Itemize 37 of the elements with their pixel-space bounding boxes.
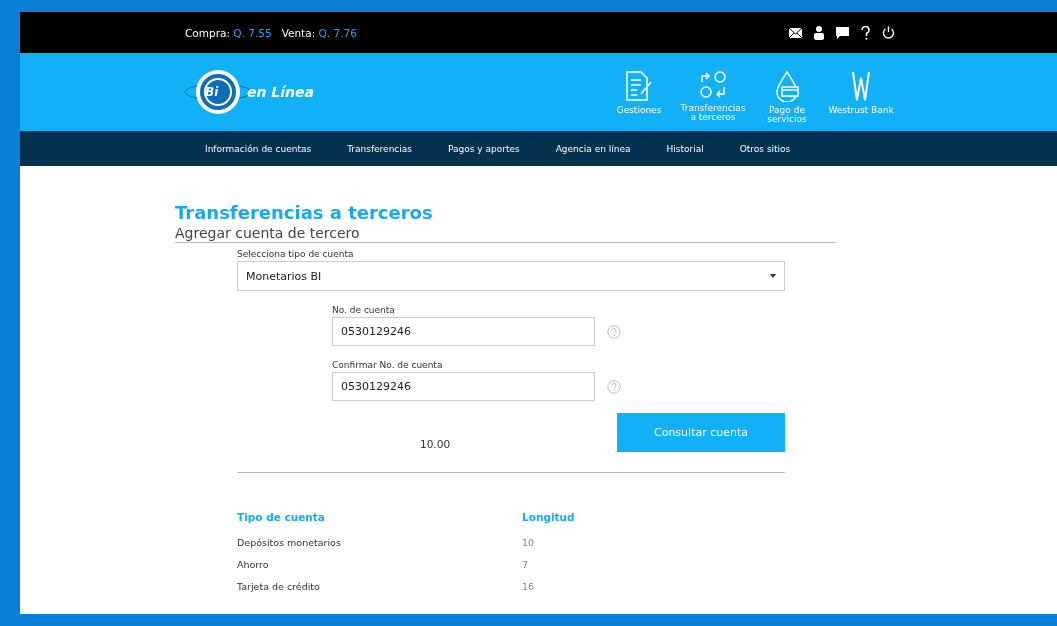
amount-text: 10.00 xyxy=(420,438,451,452)
caret-icon xyxy=(770,274,776,278)
table-cell-text: Tarjeta de crédito xyxy=(237,581,321,592)
nav-item[interactable]: Historial xyxy=(666,143,704,154)
exchange-rate: Venta: Q. 7.76 xyxy=(281,26,357,39)
transfer-icon xyxy=(698,69,728,100)
nav-item[interactable]: Otros sitios xyxy=(739,143,791,154)
column-header: Longitud xyxy=(522,511,576,523)
user-icon[interactable] xyxy=(814,25,824,40)
account-number-field[interactable]: 0530129246 xyxy=(332,317,595,346)
nav-item[interactable]: Agencia en línea xyxy=(555,143,631,154)
nav-item[interactable]: Pagos y aportes xyxy=(448,143,520,154)
column-header: Tipo de cuenta xyxy=(237,511,326,523)
chat-icon[interactable] xyxy=(836,26,849,39)
help-icon[interactable] xyxy=(861,25,870,40)
page-subtitle: Agregar cuenta de tercero xyxy=(175,225,836,243)
nav-item[interactable]: Información de cuentas xyxy=(205,143,312,154)
nav-item[interactable]: Transferencias xyxy=(347,143,412,154)
logo-text: en Línea xyxy=(247,84,314,100)
letter-w-icon xyxy=(852,69,870,102)
exchange-rate: Compra: Q. 7.55 xyxy=(185,26,272,39)
field-label: No. de cuenta xyxy=(332,305,396,315)
document-icon xyxy=(623,69,655,102)
droplet-card-icon xyxy=(774,69,800,102)
table-cell-text: 16 xyxy=(522,581,536,592)
power-icon[interactable] xyxy=(882,26,895,39)
logo-text: Bi xyxy=(205,85,220,99)
field-label: Selecciona tipo de cuenta xyxy=(237,249,355,259)
page-title: Transferencias a terceros xyxy=(175,202,434,223)
table-cell-text: 7 xyxy=(522,559,530,570)
mail-icon[interactable] xyxy=(789,27,802,38)
account-type-select[interactable]: Monetarios BI xyxy=(237,261,785,291)
field-label: Confirmar No. de cuenta xyxy=(332,360,444,370)
account-number-field[interactable]: 0530129246 xyxy=(332,372,595,401)
table-cell-text: Ahorro xyxy=(237,559,270,570)
table-cell-text: 10 xyxy=(522,537,536,548)
table-cell-text: Depósitos monetarios xyxy=(237,537,342,548)
